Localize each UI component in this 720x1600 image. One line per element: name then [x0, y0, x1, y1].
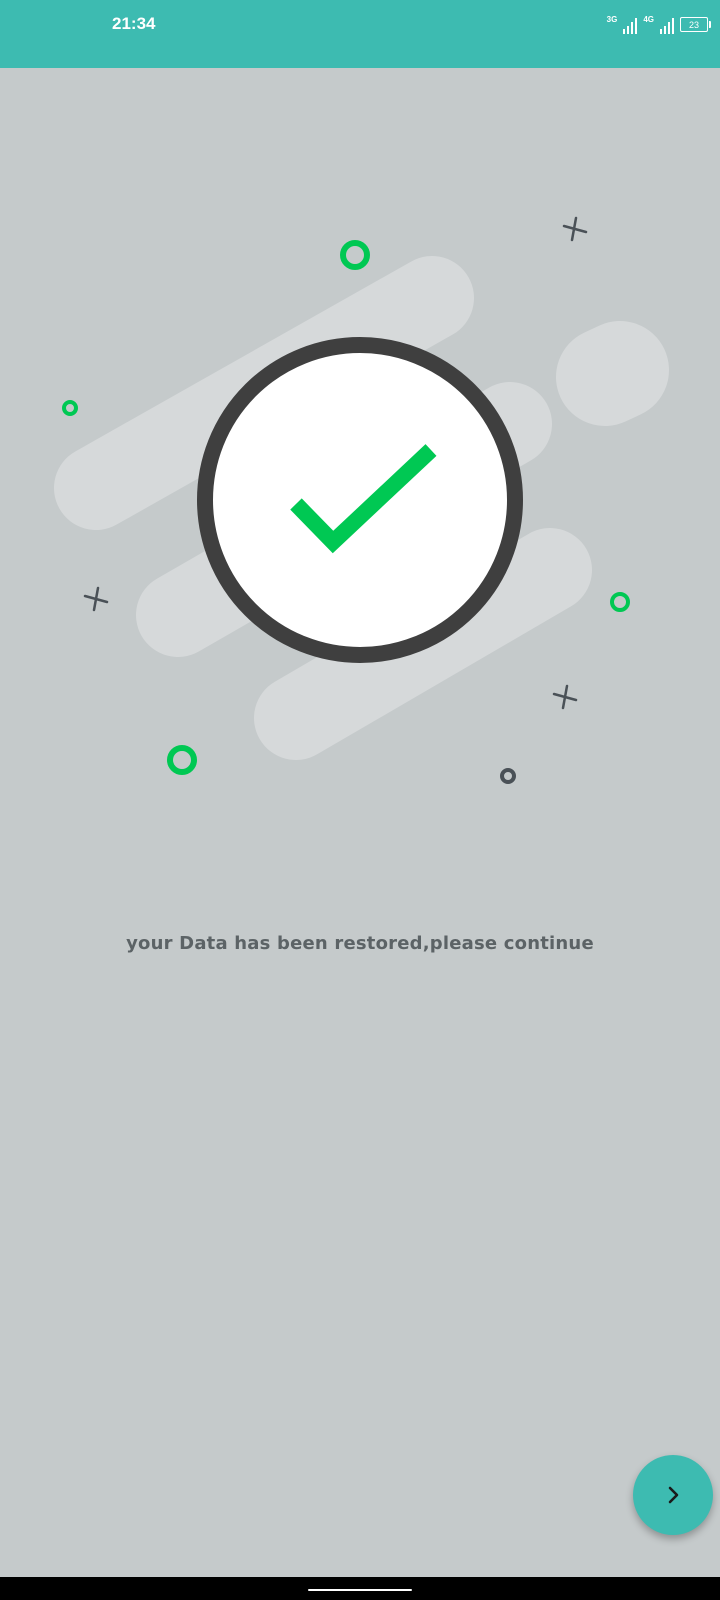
ring-decoration-icon [167, 745, 197, 775]
success-illustration [54, 216, 669, 784]
plus-decoration-icon [562, 216, 588, 242]
continue-button[interactable] [633, 1455, 713, 1535]
checkmark-in-circle-icon [197, 337, 523, 663]
ring-decoration-icon [340, 240, 370, 270]
restore-success-message: your Data has been restored,please conti… [126, 933, 594, 954]
chevron-right-icon [668, 1486, 679, 1504]
home-indicator[interactable] [308, 1589, 412, 1591]
plus-decoration-icon [552, 684, 578, 710]
ring-decoration-icon [500, 768, 516, 784]
ring-decoration-icon [62, 400, 78, 416]
ring-decoration-icon [610, 592, 630, 612]
plus-decoration-icon [83, 586, 109, 612]
